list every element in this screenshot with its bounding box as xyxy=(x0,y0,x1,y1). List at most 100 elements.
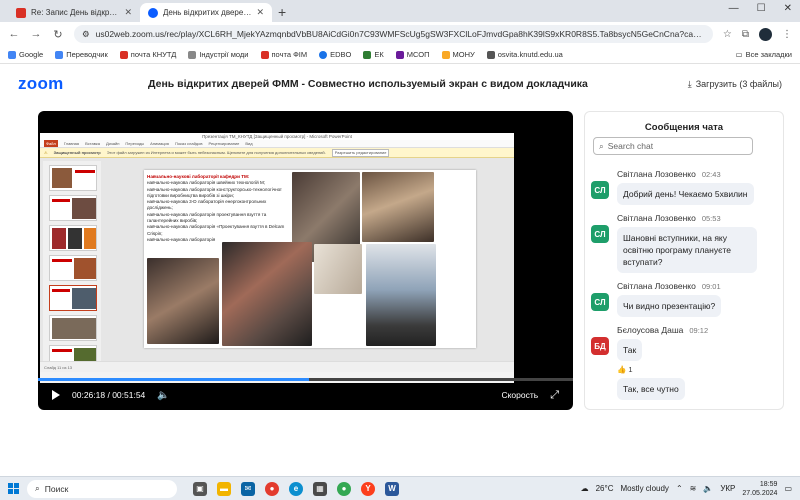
chrome-icon[interactable]: ● xyxy=(265,481,279,496)
mail-icon[interactable]: ✉ xyxy=(241,481,255,496)
file-explorer-icon[interactable]: ▬ xyxy=(217,481,231,496)
network-icon[interactable]: ≋ xyxy=(690,484,697,493)
close-window-icon[interactable]: ✕ xyxy=(784,3,792,14)
site-icon xyxy=(486,50,495,59)
clock[interactable]: 18:59 27.05.2024 xyxy=(742,480,777,498)
tray-expand-icon[interactable]: ⌃ xyxy=(676,484,683,493)
store-icon[interactable]: ▦ xyxy=(313,481,327,496)
play-icon[interactable] xyxy=(52,390,60,400)
forward-icon[interactable]: → xyxy=(30,28,42,40)
new-tab-button[interactable]: + xyxy=(278,3,286,22)
slide-thumbnail xyxy=(49,255,97,281)
message-header: Бєлоусова Даша 09:12 xyxy=(617,325,781,335)
address-bar: ← → ↻ ⚙ us02web.zoom.us/rec/play/XCL6RH_… xyxy=(0,22,800,46)
ribbon-tab: Вставка xyxy=(85,141,100,146)
globe-icon xyxy=(319,50,328,59)
ribbon-tab: Вид xyxy=(245,141,253,146)
url-field[interactable]: ⚙ us02web.zoom.us/rec/play/XCL6RH_MjekYA… xyxy=(74,25,713,43)
message-text: Шановні вступники, на яку освітню програ… xyxy=(617,227,757,273)
chrome-2-icon[interactable]: ● xyxy=(337,481,351,496)
zoom-favicon-icon xyxy=(148,7,158,18)
ribbon-tab: Показ слайдов xyxy=(174,141,203,146)
bookmark-label: Переводчик xyxy=(66,50,108,59)
language-indicator[interactable]: УКР xyxy=(720,484,735,493)
speed-button[interactable]: Скорость xyxy=(501,390,538,400)
taskbar-search[interactable]: ⌕ Поиск xyxy=(27,479,177,498)
profile-avatar[interactable] xyxy=(759,27,772,41)
bookmark-msop[interactable]: МСОП xyxy=(395,50,430,59)
weather-temp: 26°C xyxy=(595,484,614,493)
bookmark-mail-fim[interactable]: почта ФІМ xyxy=(260,50,308,59)
site-info-icon[interactable]: ⚙ xyxy=(82,29,90,40)
reaction[interactable]: 👍 1 xyxy=(617,365,781,374)
windows-taskbar: ⌕ Поиск ▣ ▬ ✉ ● e ▦ ● Y W ☁ 26°C Mostly … xyxy=(0,476,800,500)
edge-icon[interactable]: e xyxy=(289,481,303,496)
shared-screen: Презентація ТМ_КНУТД [Защищенный просмот… xyxy=(40,133,514,383)
browser-tab-mail[interactable]: Re: Запис День відкритих двер ✕ xyxy=(8,3,140,22)
notifications-icon[interactable]: ▭ xyxy=(784,484,792,493)
chat-search-placeholder: Search chat xyxy=(607,141,654,151)
chat-panel: Сообщения чата ⌕ Search chat СЛ Світлана… xyxy=(584,111,784,410)
bookmark-translator[interactable]: Переводчик xyxy=(55,50,108,59)
download-button[interactable]: ⤓ Загрузить (3 файлы) xyxy=(688,79,782,90)
total-time: 00:51:54 xyxy=(112,390,146,400)
close-tab-icon[interactable]: ✕ xyxy=(124,7,132,18)
slide-thumbnail-selected xyxy=(49,285,97,311)
weather-icon: ☁ xyxy=(580,484,589,493)
weather-text: Mostly cloudy xyxy=(620,484,669,493)
ribbon-tab: Главная xyxy=(63,141,80,146)
all-bookmarks-button[interactable]: ▭ Все закладки xyxy=(736,50,792,59)
bookmark-star-icon[interactable]: ☆ xyxy=(723,29,732,40)
msop-icon xyxy=(395,50,404,59)
avatar: БД xyxy=(591,337,609,355)
search-icon: ⌕ xyxy=(35,483,40,493)
bookmark-mail-knutd[interactable]: почта КНУТД xyxy=(119,50,176,59)
bookmark-monu[interactable]: МОНУ xyxy=(441,50,475,59)
fullscreen-icon[interactable]: ⤢ xyxy=(550,389,559,402)
taskbar-apps: ▣ ▬ ✉ ● e ▦ ● Y W xyxy=(193,481,399,496)
zoom-logo[interactable]: zoom xyxy=(18,74,148,94)
avatar: СЛ xyxy=(591,181,609,199)
task-view-icon[interactable]: ▣ xyxy=(193,481,207,496)
enable-editing-button: Разрешить редактирование xyxy=(331,148,390,157)
back-icon[interactable]: ← xyxy=(8,28,20,40)
windows-start-icon[interactable] xyxy=(8,483,19,494)
volume-icon[interactable]: 🔈 xyxy=(703,484,713,493)
folder-icon: ▭ xyxy=(735,50,743,59)
bookmark-label: почта ФІМ xyxy=(271,50,308,59)
search-icon: ⌕ xyxy=(599,140,604,151)
slide-thumbnail xyxy=(49,165,97,191)
message-time: 09:01 xyxy=(701,282,721,291)
sender-name: Світлана Лозовенко xyxy=(617,213,696,223)
slide-bullet: навчально-наукова лабораторія конструкто… xyxy=(147,186,282,198)
browser-tab-zoom[interactable]: День відкритих дверей ФММ ✕ xyxy=(140,3,272,22)
slide-photo xyxy=(222,242,312,346)
tab-title: Re: Запис День відкритих двер xyxy=(31,8,119,17)
sender-name: Світлана Лозовенко xyxy=(617,169,696,179)
close-tab-icon[interactable]: ✕ xyxy=(256,7,264,18)
reload-icon[interactable]: ↻ xyxy=(52,28,64,41)
clock-time: 18:59 xyxy=(759,480,778,488)
bookmark-osvita[interactable]: osvita.knutd.edu.ua xyxy=(486,50,563,59)
extensions-icon[interactable]: ⧉ xyxy=(742,29,749,40)
minimize-icon[interactable]: — xyxy=(729,3,739,14)
window-controls: — ☐ ✕ xyxy=(729,3,792,14)
player-controls: 00:26:18 / 00:51:54 🔈 Скорость ⤢ xyxy=(38,380,573,410)
bookmark-edbo[interactable]: EDBO xyxy=(319,50,351,59)
protected-view-bar: ⚠ Защищенный просмотр Этот файл загружен… xyxy=(40,148,514,158)
thumbs-up-icon: 👍 xyxy=(617,365,627,374)
maximize-icon[interactable]: ☐ xyxy=(757,3,766,14)
bookmark-fashion[interactable]: Індустрії моди xyxy=(188,50,249,59)
menu-icon[interactable]: ⋮ xyxy=(782,29,792,40)
volume-icon[interactable]: 🔈 xyxy=(157,390,169,401)
yandex-icon[interactable]: Y xyxy=(361,481,375,496)
slide-thumbnails xyxy=(43,161,101,371)
current-slide: Навчально-наукові лабораторії кафедри ТМ… xyxy=(144,170,476,348)
bookmark-ek[interactable]: ЕК xyxy=(363,50,384,59)
word-icon[interactable]: W xyxy=(385,481,399,496)
bookmark-google[interactable]: Google xyxy=(8,50,43,59)
video-player[interactable]: Презентація ТМ_КНУТД [Защищенный просмот… xyxy=(38,111,573,410)
message-time: 09:12 xyxy=(689,326,709,335)
chat-search-input[interactable]: ⌕ Search chat xyxy=(593,137,753,155)
bookmark-label: Google xyxy=(19,50,44,59)
